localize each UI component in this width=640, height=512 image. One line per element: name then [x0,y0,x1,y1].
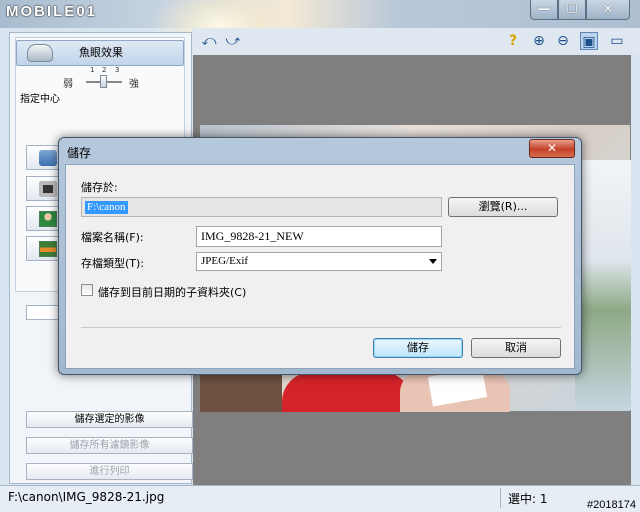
save-all-filters-button[interactable]: 儲存所有濾鏡影像 [26,437,193,454]
dialog-body: 儲存於: F:\canon 瀏覽(R)... 檔案名稱(F): IMG_9828… [65,164,575,369]
app-logo: MOBILE01 [6,3,98,20]
save-dialog: 儲存 ✕ 儲存於: F:\canon 瀏覽(R)... 檔案名稱(F): IMG… [58,137,582,375]
help-icon[interactable]: ? [504,32,522,50]
photo-shadow [200,372,282,412]
close-button[interactable]: ✕ [586,0,630,20]
status-separator [500,488,501,508]
landscape-icon [39,241,57,257]
status-file-path: F:\canon\IMG_9828-21.jpg [8,490,165,504]
filetype-select[interactable]: JPEG/Exif [196,252,442,271]
fit-image-icon[interactable]: ▣ [580,32,598,50]
filetype-label: 存檔類型(T): [81,257,145,270]
slider-thumb[interactable] [100,75,107,88]
person-icon [39,211,57,227]
maximize-button[interactable]: ☐ [558,0,586,20]
rotate-left-icon[interactable]: ⤺ [200,32,218,50]
fisheye-label: 魚眼效果 [79,46,123,59]
camera-icon [39,181,57,197]
save-in-field[interactable]: F:\canon [81,197,442,217]
rotate-right-icon[interactable]: ⤻ [224,32,242,50]
dialog-divider [81,327,561,328]
zoom-in-icon[interactable]: ⊕ [530,32,548,50]
weak-label: 弱 [63,79,73,90]
print-button[interactable]: 進行列印 [26,463,193,480]
title-bar: MOBILE01 — ☐ ✕ [0,0,640,60]
fullscreen-icon[interactable]: ▭ [608,32,626,50]
image-toolbar: ⤺ ⤻ ? ⊕ ⊖ ▣ ▭ [192,28,640,54]
photo-red-dress [282,372,412,412]
slider-tick: 2 [102,66,107,74]
set-center-label[interactable]: 指定中心 [20,90,60,105]
slider-tick: 3 [115,66,120,74]
filename-label: 檔案名稱(F): [81,231,144,244]
photo-background-strip [575,160,631,410]
slider-tick: 1 [90,66,95,74]
save-in-label: 儲存於: [81,181,118,194]
zoom-out-icon[interactable]: ⊖ [554,32,572,50]
status-bar: F:\canon\IMG_9828-21.jpg 選中: 1 #2018174 [0,485,640,512]
dialog-close-button[interactable]: ✕ [529,139,575,158]
dialog-title: 儲存 [67,146,92,160]
minimize-button[interactable]: — [530,0,558,20]
cancel-button[interactable]: 取消 [471,338,561,358]
filetype-value: JPEG/Exif [201,255,249,267]
fisheye-effect-button[interactable]: 魚眼效果 [16,40,184,66]
date-subfolder-checkbox[interactable] [81,284,93,296]
save-button[interactable]: 儲存 [373,338,463,358]
save-in-value: F:\canon [85,201,128,214]
status-selection-count: 選中: 1 [508,492,548,506]
strong-label: 強 [129,79,139,90]
date-subfolder-label[interactable]: 儲存到目前日期的子資料夾(C) [98,284,246,300]
watermark: #2018174 [587,499,636,511]
filename-input[interactable]: IMG_9828-21_NEW [196,226,442,247]
browse-button[interactable]: 瀏覽(R)... [448,197,558,217]
save-selected-button[interactable]: 儲存選定的影像 [26,411,193,428]
chevron-down-icon [429,259,437,264]
car-scene-icon [39,150,57,166]
